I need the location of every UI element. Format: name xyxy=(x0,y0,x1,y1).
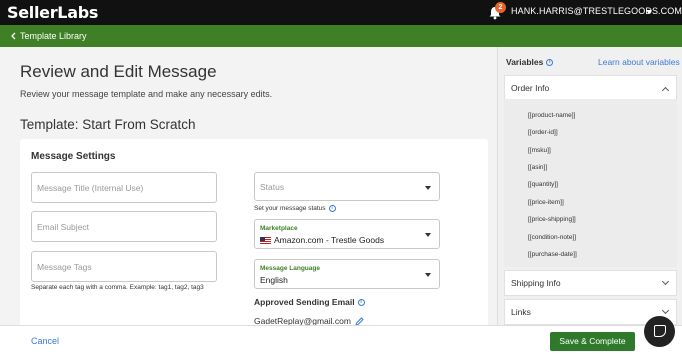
variables-sidebar: Variables i Learn about variables Order I… xyxy=(497,47,682,354)
top-bar: SellerLabs 2 HANK.HARRIS@TRESTLEGOODS.CO… xyxy=(0,0,682,25)
notification-badge: 2 xyxy=(495,2,506,13)
back-link-label: Template Library xyxy=(20,31,87,41)
template-title: Template: Start From Scratch xyxy=(20,117,196,132)
user-email[interactable]: HANK.HARRIS@TRESTLEGOODS.COM xyxy=(511,6,682,16)
message-settings-card: Message Settings Message Title (Internal… xyxy=(20,139,488,329)
variable-item[interactable]: [[price-shipping]] xyxy=(528,216,576,223)
variable-item[interactable]: [[asin]] xyxy=(528,164,547,171)
message-title-placeholder: Message Title (Internal Use) xyxy=(37,183,144,193)
chat-launcher-button[interactable] xyxy=(644,316,675,347)
variable-item[interactable]: [[price-item]] xyxy=(528,199,564,206)
variable-item[interactable]: [[purchase-date]] xyxy=(528,251,577,258)
message-title-input[interactable]: Message Title (Internal Use) xyxy=(31,172,217,203)
order-info-accordion[interactable]: Order Info xyxy=(504,75,677,100)
learn-about-variables-link[interactable]: Learn about variables xyxy=(598,57,680,67)
message-language-value: English xyxy=(260,275,288,285)
variable-item[interactable]: [[condition-note]] xyxy=(528,234,576,241)
page-subtitle: Review your message template and make an… xyxy=(20,89,273,99)
marketplace-value-text: Amazon.com - Trestle Goods xyxy=(274,235,385,245)
shipping-info-accordion[interactable]: Shipping Info xyxy=(504,270,677,296)
variable-item[interactable]: [[order-id]] xyxy=(528,129,558,136)
info-icon[interactable]: i xyxy=(357,299,365,307)
email-subject-placeholder: Email Subject xyxy=(37,222,89,232)
message-tags-placeholder: Message Tags xyxy=(37,262,92,272)
variable-item[interactable]: [[quantity]] xyxy=(528,181,558,188)
main-content: Review and Edit Message Review your mess… xyxy=(0,47,497,329)
order-variables-list: [[product-name]] [[order-id]] [[msku]] [… xyxy=(504,99,677,267)
variable-item[interactable]: [[product-name]] xyxy=(528,112,575,119)
sellerlabs-logo[interactable]: SellerLabs xyxy=(7,3,98,22)
logo-text-seller: Seller xyxy=(7,3,58,22)
status-helper-label: Set your message status xyxy=(254,205,326,213)
order-info-label: Order Info xyxy=(511,82,550,93)
approved-label-text: Approved Sending Email xyxy=(254,297,355,307)
message-language-label: Message Language xyxy=(260,265,320,272)
variables-title: Variables i xyxy=(506,57,554,67)
marketplace-value: Amazon.com - Trestle Goods xyxy=(260,235,384,245)
marketplace-select[interactable]: Marketplace Amazon.com - Trestle Goods xyxy=(254,219,440,249)
back-to-template-library-link[interactable]: Template Library xyxy=(10,31,87,41)
chevron-down-icon xyxy=(425,186,431,190)
info-icon[interactable]: i xyxy=(328,205,336,212)
chat-icon xyxy=(654,325,666,337)
chevron-down-icon xyxy=(425,233,431,237)
approved-sending-email-label: Approved Sending Email i xyxy=(254,297,365,307)
breadcrumb-bar: Template Library xyxy=(0,25,682,47)
variables-title-text: Variables xyxy=(506,57,544,67)
email-subject-input[interactable]: Email Subject xyxy=(31,211,217,242)
message-tags-input[interactable]: Message Tags xyxy=(31,251,217,282)
logo-text-labs: Labs xyxy=(57,3,99,22)
save-and-complete-button[interactable]: Save & Complete xyxy=(550,332,635,351)
shipping-info-label: Shipping Info xyxy=(511,278,561,288)
footer-action-bar: Cancel Save & Complete xyxy=(0,325,682,354)
message-language-select[interactable]: Message Language English xyxy=(254,259,440,289)
info-icon[interactable]: i xyxy=(546,59,554,67)
cancel-button[interactable]: Cancel xyxy=(31,336,59,346)
message-settings-title: Message Settings xyxy=(31,151,116,162)
page-title: Review and Edit Message xyxy=(20,62,217,81)
us-flag-icon xyxy=(260,236,271,244)
marketplace-label: Marketplace xyxy=(260,225,298,232)
status-helper-text: Set your message status i xyxy=(254,205,336,212)
status-select[interactable]: Status xyxy=(254,172,440,201)
caret-down-icon[interactable] xyxy=(646,10,652,14)
tags-helper-text: Separate each tag with a comma. Example:… xyxy=(31,284,204,291)
chevron-left-icon xyxy=(11,32,16,40)
variable-item[interactable]: [[msku]] xyxy=(528,147,551,154)
status-placeholder: Status xyxy=(260,182,285,192)
chevron-down-icon xyxy=(425,273,431,277)
